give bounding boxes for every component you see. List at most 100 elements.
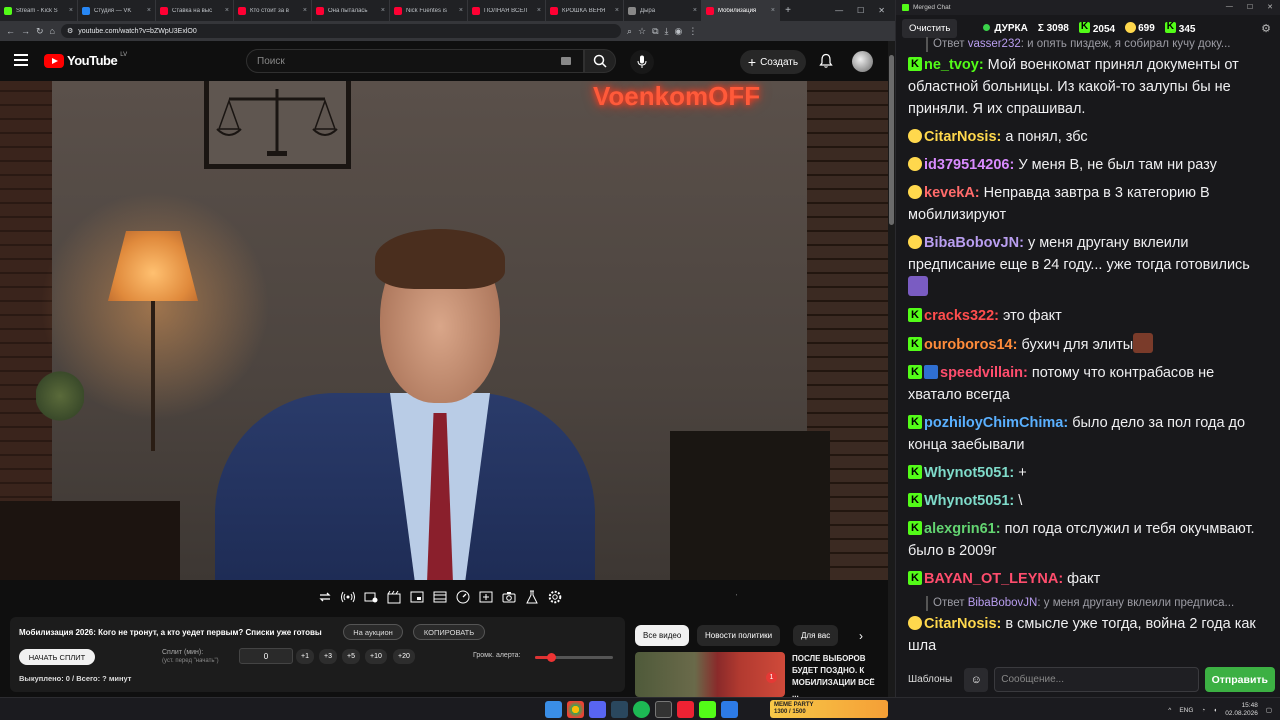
filter-chip[interactable]: Для вас — [793, 625, 839, 646]
reply-target-nick[interactable]: vasser232 — [968, 38, 1021, 50]
notifications-icon[interactable]: ▢ — [1266, 706, 1272, 714]
chat-nickname[interactable]: id379514206 — [924, 157, 1009, 173]
site-info-icon[interactable]: ⚙ — [67, 27, 73, 35]
forward-icon[interactable]: → — [21, 26, 30, 36]
browser-tab[interactable]: Мобилизация × — [702, 0, 780, 21]
menu-icon[interactable] — [14, 54, 28, 66]
spotify-icon[interactable] — [633, 701, 650, 718]
subscriptions-icon[interactable] — [362, 588, 379, 605]
alert-volume-knob[interactable] — [546, 653, 556, 662]
chat-nickname[interactable]: alexgrin61 — [924, 521, 996, 537]
clock[interactable]: 15:48 02.08.2026 — [1225, 702, 1258, 718]
screen-icon[interactable] — [408, 588, 425, 605]
tab-close-icon[interactable]: × — [381, 7, 385, 14]
scrollbar-thumb[interactable] — [889, 55, 894, 225]
broadcast-icon[interactable] — [339, 588, 356, 605]
start-split-button[interactable]: НАЧАТЬ СПЛИТ — [19, 649, 95, 665]
downloads-icon[interactable]: ⤓ — [665, 26, 669, 37]
split-increment-button[interactable]: +5 — [342, 649, 360, 664]
chat-nickname[interactable]: pozhiloyChimChima — [924, 415, 1063, 431]
video-player[interactable]: VoenkomOFF — [0, 81, 888, 580]
browser-menu-icon[interactable]: ⋮ — [688, 26, 697, 37]
steam-icon[interactable] — [611, 701, 628, 718]
chat-nickname[interactable]: ne_tvoy — [924, 57, 979, 73]
browser-tab[interactable]: Stream - Kick S × — [0, 0, 78, 21]
chrome-icon[interactable] — [567, 701, 584, 718]
browser-tab[interactable]: Кто стоит за в × — [234, 0, 312, 21]
account-avatar[interactable] — [852, 51, 873, 72]
settings-gear-icon[interactable] — [546, 588, 563, 605]
zoom-icon[interactable]: ⌕ — [627, 26, 632, 37]
filter-chip[interactable]: Все видео — [635, 625, 690, 646]
chat-minimize-icon[interactable]: — — [1226, 3, 1233, 11]
youtube-logo[interactable]: YouTube LV — [44, 52, 127, 68]
chat-nickname[interactable]: Whynot5051 — [924, 493, 1009, 509]
split-increment-button[interactable]: +20 — [393, 649, 415, 664]
tab-close-icon[interactable]: × — [615, 7, 619, 14]
chat-nickname[interactable]: BAYAN_OT_LEYNA — [924, 571, 1058, 587]
browser-tab[interactable]: Она пыталась × — [312, 0, 390, 21]
tab-close-icon[interactable]: × — [537, 7, 541, 14]
split-minutes-input[interactable]: 0 — [239, 648, 293, 664]
kick-chat-icon[interactable] — [699, 701, 716, 718]
close-icon[interactable]: ✕ — [878, 6, 885, 15]
url-field[interactable]: ⚙ youtube.com/watch?v=bZWpU3ExlO0 — [60, 24, 621, 38]
notifications-bell-icon[interactable] — [818, 53, 834, 69]
wifi-icon[interactable]: ◔ — [1201, 707, 1205, 714]
chat-nickname[interactable]: speedvillain — [940, 365, 1023, 381]
home-icon[interactable]: ⌂ — [50, 26, 55, 36]
templates-button[interactable]: Шаблоны — [902, 669, 958, 690]
chat-settings-gear-icon[interactable]: ⚙ — [1261, 22, 1271, 35]
windows-start-icon[interactable] — [545, 701, 562, 718]
chat-nickname[interactable]: cracks322 — [924, 308, 994, 324]
repeat-icon[interactable] — [316, 588, 333, 605]
tab-close-icon[interactable]: × — [225, 7, 229, 14]
search-input[interactable]: Поиск — [246, 49, 584, 73]
browser-tab[interactable]: Nick Fuentes is × — [390, 0, 468, 21]
tab-close-icon[interactable]: × — [771, 7, 775, 14]
browser-tab[interactable]: Студия — VK × — [78, 0, 156, 21]
tab-close-icon[interactable]: × — [147, 7, 151, 14]
recommended-video-title[interactable]: ПОСЛЕ ВЫБОРОВ БУДЕТ ПОЗДНО. К мобилизаци… — [792, 653, 882, 701]
chat-nickname[interactable]: CitarNosis — [924, 129, 997, 145]
search-button[interactable] — [584, 49, 616, 73]
tab-close-icon[interactable]: × — [693, 7, 697, 14]
clear-chat-button[interactable]: Очистить — [902, 18, 958, 38]
split-increment-button[interactable]: +1 — [296, 649, 314, 664]
speed-gauge-icon[interactable] — [454, 588, 471, 605]
new-tab-button[interactable]: + — [780, 5, 796, 16]
chat-message-input[interactable]: Сообщение... — [994, 667, 1199, 692]
copy-button[interactable]: КОПИРОВАТЬ — [413, 624, 485, 640]
discord-icon[interactable] — [589, 701, 606, 718]
lab-flask-icon[interactable] — [523, 588, 540, 605]
tab-close-icon[interactable]: × — [303, 7, 307, 14]
tab-close-icon[interactable]: × — [69, 7, 73, 14]
browser-tab[interactable]: КРОШКА ВЕНЯ × — [546, 0, 624, 21]
clapperboard-icon[interactable] — [385, 588, 402, 605]
bookmark-star-icon[interactable]: ☆ — [638, 26, 646, 37]
language-indicator[interactable]: ENG — [1179, 707, 1193, 714]
extensions-icon[interactable]: ⧉ — [652, 26, 658, 37]
page-scrollbar[interactable] — [888, 41, 895, 697]
recommended-video-thumbnail[interactable]: 1 — [635, 652, 785, 697]
reload-icon[interactable]: ↻ — [36, 26, 44, 37]
film-strip-icon[interactable] — [431, 588, 448, 605]
chat-nickname[interactable]: CitarNosis — [924, 616, 997, 632]
voice-search-button[interactable] — [630, 50, 654, 74]
obs-icon[interactable] — [655, 701, 672, 718]
create-button[interactable]: + Создать — [740, 50, 806, 74]
back-icon[interactable]: ← — [6, 26, 15, 36]
volume-icon[interactable]: ◖ — [1213, 707, 1217, 714]
minimize-icon[interactable]: — — [835, 6, 843, 15]
browser-tab[interactable]: ПОЛНАЯ ВСЕЛ × — [468, 0, 546, 21]
chat-close-icon[interactable]: ✕ — [1267, 3, 1273, 11]
chat-nickname[interactable]: ouroboros14 — [924, 337, 1013, 353]
reply-target-nick[interactable]: BibaBobovJN — [968, 597, 1038, 609]
auction-button[interactable]: На аукцион — [343, 624, 403, 640]
maximize-icon[interactable]: ☐ — [857, 6, 864, 15]
screenshot-camera-icon[interactable] — [500, 588, 517, 605]
chat-maximize-icon[interactable]: ☐ — [1247, 3, 1253, 11]
tray-chevron-icon[interactable]: ^ — [1168, 707, 1171, 714]
keyboard-icon[interactable] — [561, 57, 571, 65]
chat-nickname[interactable]: kevekA — [924, 185, 975, 201]
